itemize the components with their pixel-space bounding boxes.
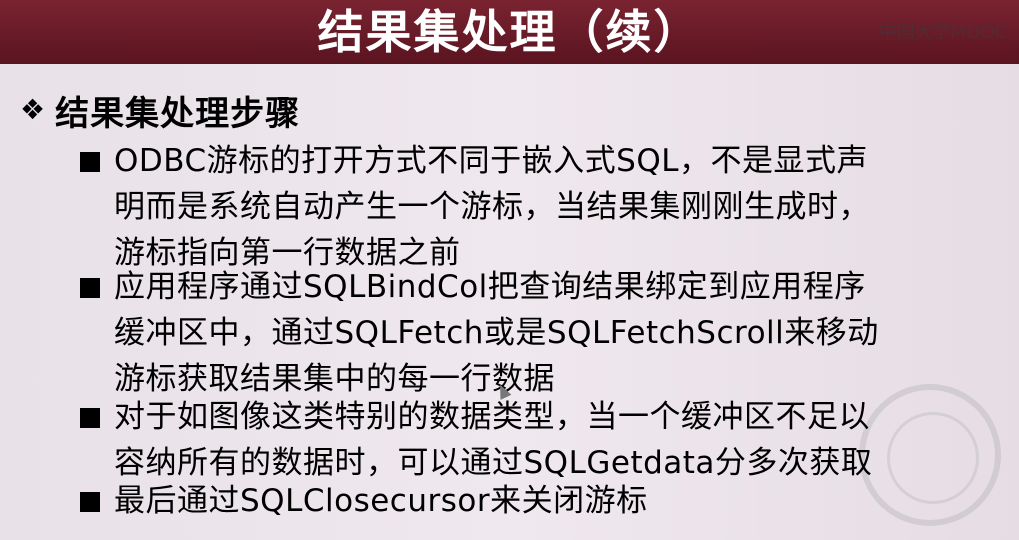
list-item-text: 对于如图像这类特别的数据类型，当一个缓冲区不足以 容纳所有的数据时，可以通过SQ… (114, 394, 872, 486)
seal-inner-ring (887, 412, 979, 504)
list-item-line: 应用程序通过SQLBindCol把查询结果绑定到应用程序 (114, 269, 866, 305)
list-item-line: 对于如图像这类特别的数据类型，当一个缓冲区不足以 (114, 399, 870, 435)
list-item-line: 明而是系统自动产生一个游标，当结果集刚刚生成时， (114, 189, 870, 225)
square-bullet-icon (80, 408, 100, 428)
slide-title: 结果集处理（续） (317, 5, 702, 59)
square-bullet-icon (80, 278, 100, 298)
list-item-line: ODBC游标的打开方式不同于嵌入式SQL，不是显式声 (114, 143, 868, 179)
mooc-watermark: 中国大学MOOC (878, 22, 1007, 43)
list-item-text: ODBC游标的打开方式不同于嵌入式SQL，不是显式声 明而是系统自动产生一个游标… (114, 138, 870, 276)
section-heading-text: 结果集处理步骤 (55, 93, 301, 134)
diamond-four-petal-icon: ❖ (20, 93, 46, 126)
list-item: ODBC游标的打开方式不同于嵌入式SQL，不是显式声 明而是系统自动产生一个游标… (80, 138, 870, 276)
list-item-line: 缓冲区中，通过SQLFetch或是SQLFetchScroll来移动 (114, 315, 879, 351)
list-item-text: 应用程序通过SQLBindCol把查询结果绑定到应用程序 缓冲区中，通过SQLF… (114, 264, 879, 402)
square-bullet-icon (80, 152, 100, 172)
list-item-text: 最后通过SQLClosecursor来关闭游标 (114, 478, 648, 524)
square-bullet-icon (80, 492, 100, 512)
title-bar: 结果集处理（续） 中国大学MOOC (0, 0, 1019, 64)
list-item-line: 最后通过SQLClosecursor来关闭游标 (114, 483, 648, 519)
list-item: 对于如图像这类特别的数据类型，当一个缓冲区不足以 容纳所有的数据时，可以通过SQ… (80, 394, 872, 486)
university-seal-logo (859, 384, 1001, 526)
section-heading: ❖ 结果集处理步骤 (20, 88, 301, 134)
list-item: 应用程序通过SQLBindCol把查询结果绑定到应用程序 缓冲区中，通过SQLF… (80, 264, 879, 402)
list-item: 最后通过SQLClosecursor来关闭游标 (80, 478, 648, 524)
